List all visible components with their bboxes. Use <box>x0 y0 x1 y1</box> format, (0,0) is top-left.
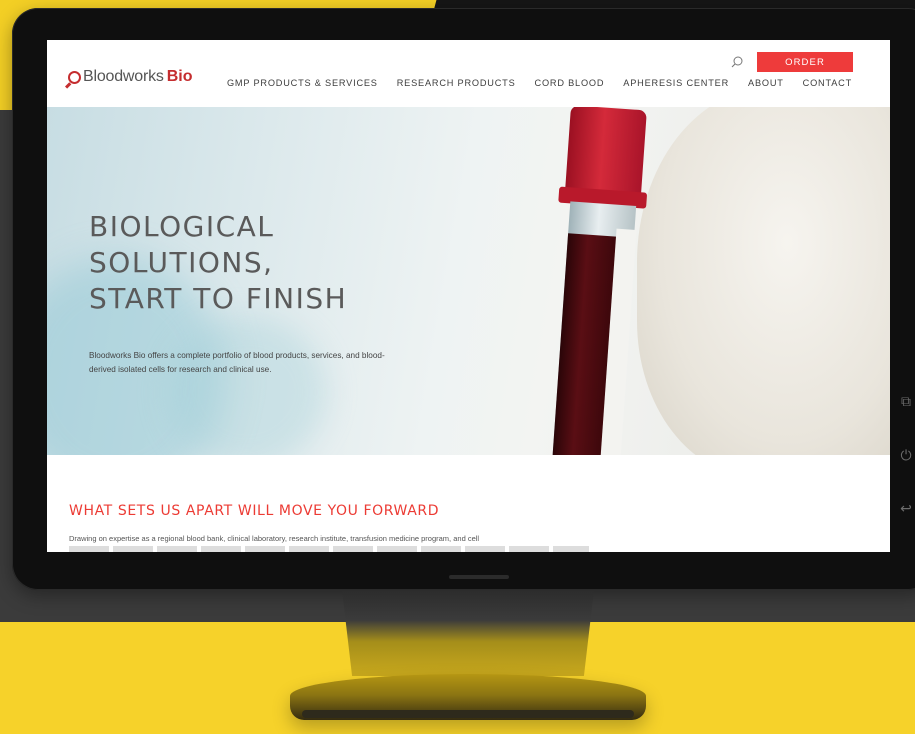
nav-cord-blood[interactable]: CORD BLOOD <box>535 78 605 88</box>
hero-banner: BIOLOGICAL SOLUTIONS, START TO FINISH Bl… <box>47 107 890 455</box>
magnifier-logo-icon <box>68 70 81 84</box>
nav-contact[interactable]: CONTACT <box>803 78 852 88</box>
power-icon[interactable]: ⏻ <box>897 447 915 465</box>
hero-title-line-3: START TO FINISH <box>89 282 348 315</box>
section-title: WHAT SETS US APART WILL MOVE YOU FORWARD <box>69 503 440 519</box>
hero-title-line-1: BIOLOGICAL <box>89 210 275 243</box>
hero-title: BIOLOGICAL SOLUTIONS, START TO FINISH <box>89 209 347 317</box>
nav-gmp-products-services[interactable]: GMP PRODUCTS & SERVICES <box>227 78 378 88</box>
main-nav: GMP PRODUCTS & SERVICES RESEARCH PRODUCT… <box>208 78 852 88</box>
search-icon[interactable] <box>731 56 743 68</box>
hero-title-line-2: SOLUTIONS, <box>89 246 274 279</box>
site-header: Bloodworks Bio ORDER GMP PRODUCTS & SERV… <box>47 40 890 107</box>
nav-apheresis-center[interactable]: APHERESIS CENTER <box>623 78 729 88</box>
logo-text-bloodworks: Bloodworks <box>83 68 164 85</box>
window-icon[interactable]: ⧉ <box>897 393 915 411</box>
section-body-cut-off-line <box>69 546 589 552</box>
nav-about[interactable]: ABOUT <box>748 78 784 88</box>
logo-text-bio: Bio <box>166 68 193 85</box>
hero-background-glassware-2 <box>167 317 327 455</box>
monitor-chin-line <box>449 575 509 579</box>
section-body: Drawing on expertise as a regional blood… <box>69 534 480 543</box>
screen: Bloodworks Bio ORDER GMP PRODUCTS & SERV… <box>47 40 890 552</box>
logo[interactable]: Bloodworks Bio <box>68 68 193 86</box>
monitor-stand-neck <box>342 590 594 676</box>
back-icon[interactable]: ↩ <box>897 500 915 518</box>
monitor-stand-base <box>290 674 646 720</box>
blood-tube-image <box>527 107 648 455</box>
gloved-hand-image <box>637 107 890 455</box>
hero-description: Bloodworks Bio offers a complete portfol… <box>89 351 385 374</box>
order-button[interactable]: ORDER <box>757 52 853 72</box>
nav-research-products[interactable]: RESEARCH PRODUCTS <box>397 78 516 88</box>
